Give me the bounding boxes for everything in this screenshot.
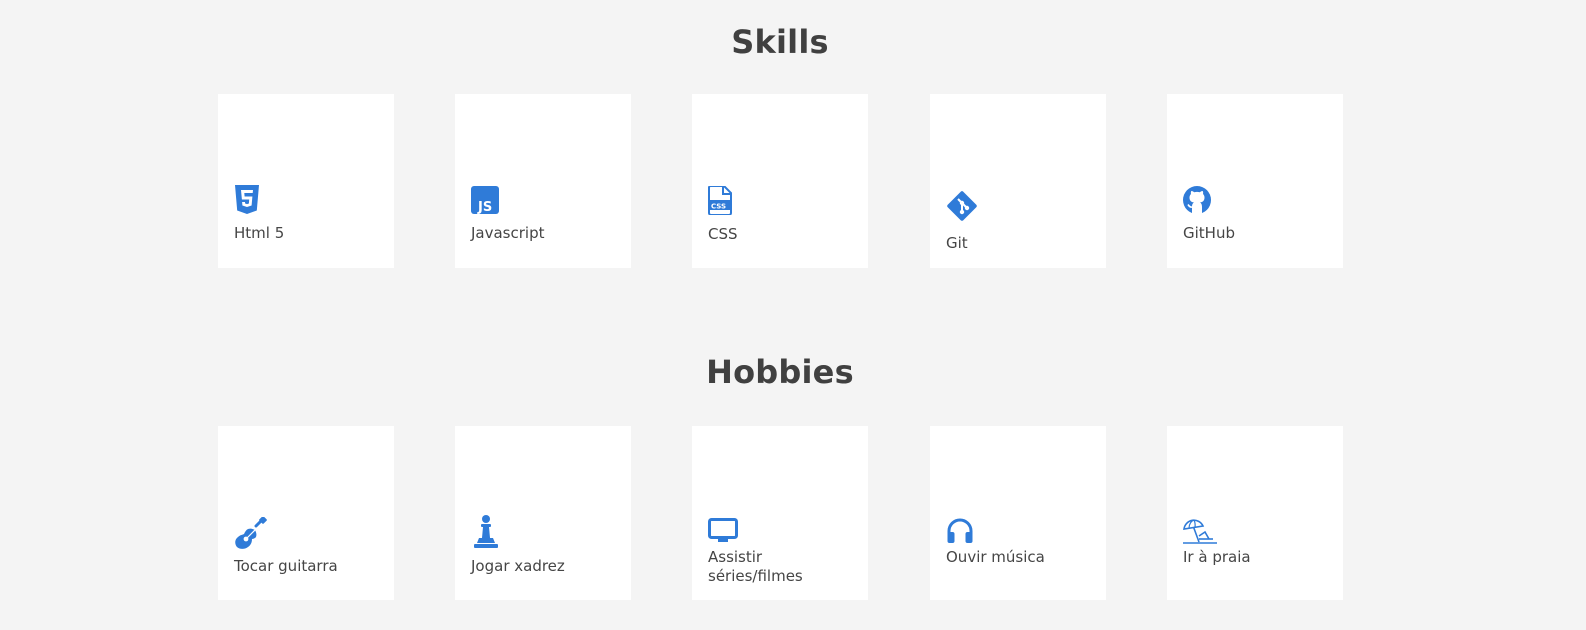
html5-icon: [234, 185, 268, 219]
skills-card-list: Html 5 JS Javascript CSS CSS Git GitHub: [218, 94, 1344, 268]
hobby-card-music: Ouvir música: [930, 426, 1106, 600]
tv-icon: [708, 518, 742, 552]
hobby-card-guitar: Tocar guitarra: [218, 426, 394, 600]
css-file-icon: CSS: [708, 186, 742, 220]
skill-card-html5: Html 5: [218, 94, 394, 268]
skill-card-github: GitHub: [1167, 94, 1343, 268]
skill-label: Git: [946, 234, 968, 252]
svg-text:JS: JS: [477, 200, 492, 214]
skill-label: CSS: [708, 225, 738, 243]
skill-label: Javascript: [471, 224, 545, 242]
hobby-card-chess: Jogar xadrez: [455, 426, 631, 600]
hobbies-section-title: Hobbies: [706, 353, 854, 391]
hobby-label: Ouvir música: [946, 548, 1045, 566]
headphones-icon: [946, 517, 980, 551]
skills-section-title: Skills: [731, 23, 829, 61]
hobby-label: Assistir séries/filmes: [708, 548, 803, 585]
skill-card-javascript: JS Javascript: [455, 94, 631, 268]
hobby-label: Jogar xadrez: [471, 557, 565, 575]
hobby-card-beach: Ir à praia: [1167, 426, 1343, 600]
javascript-icon: JS: [471, 186, 505, 220]
chess-pawn-icon: [471, 514, 505, 548]
hobby-label: Ir à praia: [1183, 548, 1251, 566]
skill-card-git: Git: [930, 94, 1106, 268]
git-icon: [946, 190, 980, 224]
hobby-card-tv: Assistir séries/filmes: [692, 426, 868, 600]
hobby-label: Tocar guitarra: [234, 557, 338, 575]
svg-text:CSS: CSS: [711, 203, 726, 211]
skill-label: Html 5: [234, 224, 285, 242]
beach-umbrella-icon: [1183, 518, 1217, 552]
skill-label: GitHub: [1183, 224, 1235, 242]
hobbies-card-list: Tocar guitarra Jogar xadrez Assistir sér…: [218, 426, 1344, 600]
skill-card-css: CSS CSS: [692, 94, 868, 268]
guitar-icon: [234, 517, 268, 551]
github-icon: [1183, 186, 1217, 220]
